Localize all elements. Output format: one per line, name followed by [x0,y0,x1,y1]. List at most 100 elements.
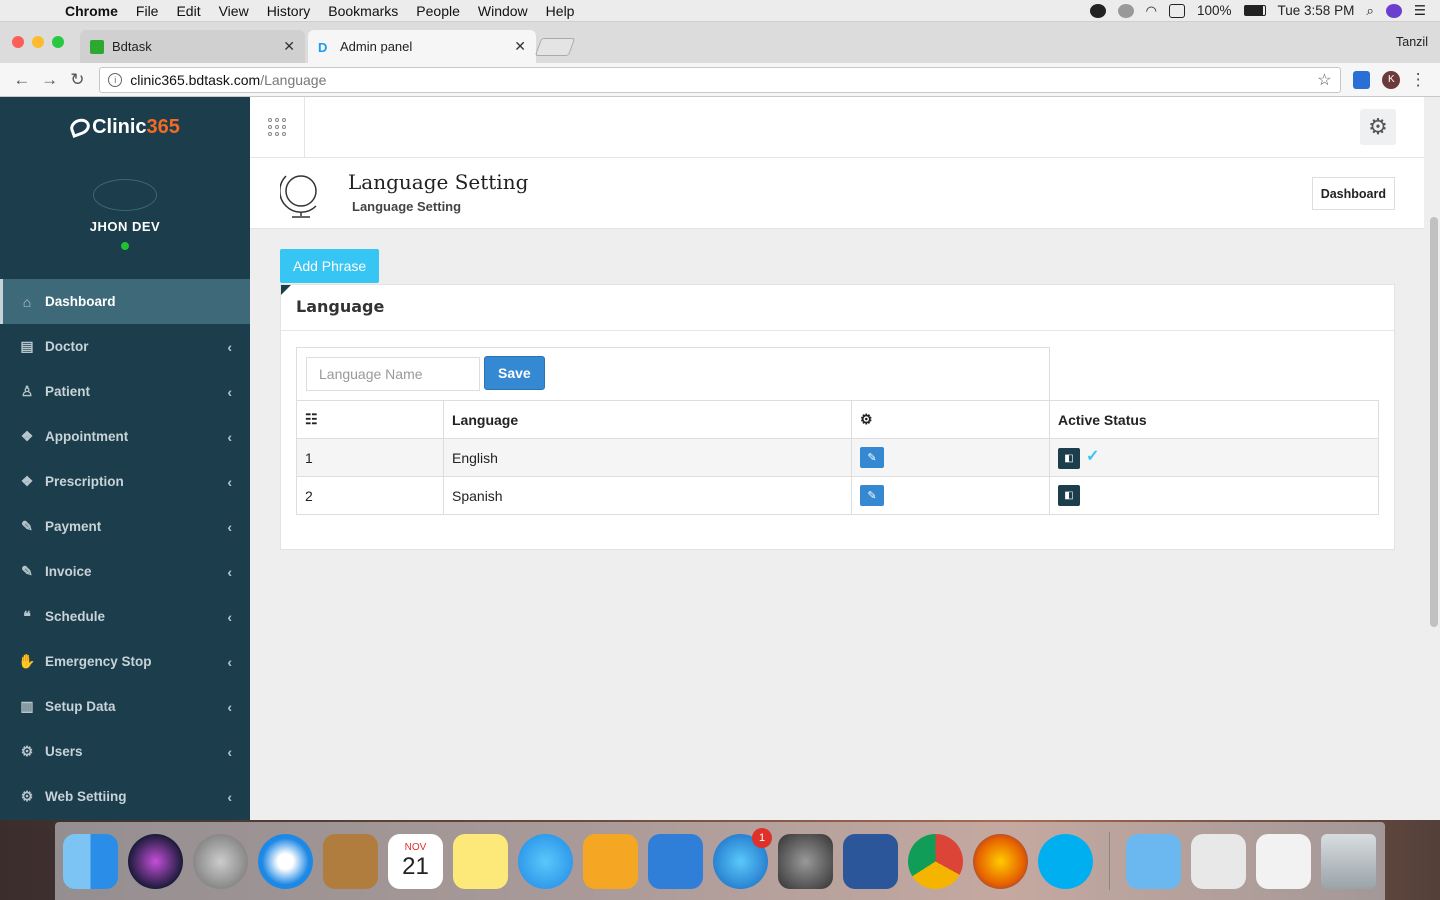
cube-icon: ❖ [20,428,34,444]
clock[interactable]: Tue 3:58 PM [1278,3,1355,18]
menu-app-chrome[interactable]: Chrome [56,3,127,19]
sidebar-item-appointment[interactable]: ❖ Appointment ‹ [0,414,250,459]
new-tab-button[interactable] [534,38,576,56]
airplay-icon[interactable] [1169,3,1185,18]
row-active-status: ◧ ✓ [1049,438,1379,477]
siri-icon[interactable] [1385,3,1402,18]
battery-icon[interactable] [1243,5,1266,16]
sidebar-item-dashboard[interactable]: ⌂ Dashboard [0,279,250,324]
chrome-menu-icon[interactable]: ⋮ [1404,70,1432,90]
sidebar-item-label: Web Settiing [45,789,127,804]
url-path: /Language [260,71,327,88]
menu-view[interactable]: View [210,3,258,19]
notification-center-icon[interactable]: ☰ [1414,3,1426,19]
chevron-left-icon: ‹ [227,338,232,355]
wifi-icon[interactable]: ◠ [1146,3,1157,19]
sidebar-item-setup-data[interactable]: ▥ Setup Data ‹ [0,684,250,729]
language-panel: Language Language Name Save ☷ Language ⚙… [280,284,1395,550]
finder-icon[interactable] [63,833,118,889]
sidebar-item-prescription[interactable]: ❖ Prescription ‹ [0,459,250,504]
sidebar-item-payment[interactable]: ✎ Payment ‹ [0,504,250,549]
reload-icon[interactable]: ↻ [64,70,92,90]
add-phrase-button[interactable]: Add Phrase [280,249,380,283]
settings-gear-button[interactable]: ⚙ [1360,109,1396,145]
sidebar-item-users[interactable]: ⚙ Users ‹ [0,729,250,774]
messages-icon[interactable] [518,833,573,889]
page-scrollbar[interactable] [1430,217,1438,627]
chevron-left-icon: ‹ [227,788,232,805]
pages-icon[interactable] [583,833,638,889]
creative-cloud-icon[interactable] [1117,3,1134,18]
menu-help[interactable]: Help [537,3,584,19]
sidebar-item-emergency-stop[interactable]: ✋ Emergency Stop ‹ [0,639,250,684]
tab-admin-panel[interactable]: D Admin panel ✕ [308,30,536,63]
close-window-button[interactable] [12,36,24,48]
app-store-icon[interactable]: 1 [713,827,772,889]
skype-status-icon[interactable] [1089,3,1106,18]
main-area: ⚙ Language Setting Language Setting Dash… [250,97,1424,820]
firefox-icon[interactable] [973,833,1028,889]
set-active-button[interactable]: ◧ [1058,448,1080,469]
cogs-icon: ⚙ [860,411,873,427]
sidebar-item-invoice[interactable]: ✎ Invoice ‹ [0,549,250,594]
url-host: clinic365.bdtask.com [130,71,261,88]
keynote-icon[interactable] [648,833,703,889]
documents-stack-icon[interactable] [1191,833,1246,889]
bookmark-star-icon[interactable]: ☆ [1317,70,1331,90]
calendar-icon[interactable]: NOV 21 [388,833,443,889]
bar-chart-icon: ▥ [20,698,34,714]
menu-people[interactable]: People [407,3,469,19]
profile-avatar[interactable]: K [1382,70,1401,89]
trash-icon[interactable] [1321,833,1376,889]
contacts-icon[interactable] [323,833,378,889]
menu-file[interactable]: File [127,3,168,19]
address-bar[interactable]: i clinic365.bdtask.com/Language ☆ [99,66,1341,93]
menu-bookmarks[interactable]: Bookmarks [319,3,407,19]
sidebar-item-label: Prescription [45,474,124,489]
menu-window[interactable]: Window [469,3,537,19]
downloads-stack-icon[interactable] [1256,833,1311,889]
chrome-dock-icon[interactable] [908,833,963,889]
close-tab-icon[interactable]: ✕ [514,38,526,55]
menu-history[interactable]: History [258,3,320,19]
siri-dock-icon[interactable] [128,833,183,889]
minimize-window-button[interactable] [32,36,44,48]
menu-toggle-button[interactable] [250,97,305,157]
user-avatar[interactable] [93,179,157,211]
extension-icon[interactable] [1352,70,1371,89]
language-name-input[interactable]: Language Name [306,357,480,391]
dashboard-breadcrumb-button[interactable]: Dashboard [1311,177,1395,210]
close-tab-icon[interactable]: ✕ [283,38,295,55]
profile-name[interactable]: Tanzil [1396,35,1428,49]
sidebar-item-patient[interactable]: ♙ Patient ‹ [0,369,250,414]
skype-icon[interactable] [1038,833,1093,889]
table-header-row: ☷ Language ⚙ Active Status [296,400,1379,439]
edit-phrase-button[interactable]: ✎ [860,447,884,468]
user-icon: ♙ [20,383,34,399]
notes-icon[interactable] [453,833,508,889]
tab-bdtask[interactable]: Bdtask ✕ [80,30,305,63]
tab-title: Admin panel [340,39,413,54]
launchpad-icon[interactable] [193,833,248,889]
system-preferences-icon[interactable] [778,833,833,889]
sidebar-item-doctor[interactable]: ▤ Doctor ‹ [0,324,250,369]
clinic365-logo[interactable]: Clinic 365 [0,97,250,157]
save-button[interactable]: Save [484,356,545,390]
word-icon[interactable] [843,833,898,889]
zoom-window-button[interactable] [52,36,64,48]
applications-folder-icon[interactable] [1126,833,1181,889]
site-info-icon[interactable]: i [108,72,123,87]
forward-arrow-icon[interactable]: → [36,70,64,90]
chevron-left-icon: ‹ [227,428,232,445]
back-arrow-icon[interactable]: ← [8,70,36,90]
set-active-button[interactable]: ◧ [1058,485,1080,506]
edit-phrase-button[interactable]: ✎ [860,485,884,506]
page-subtitle: Language Setting [352,199,462,214]
safari-icon[interactable] [258,833,313,889]
spotlight-search-icon[interactable]: ⌕ [1366,3,1374,19]
sidebar-item-web-settiing[interactable]: ⚙ Web Settiing ‹ [0,774,250,819]
sidebar-item-schedule[interactable]: ❝ Schedule ‹ [0,594,250,639]
language-table: ☷ Language ⚙ Active Status 1 English ✎ ◧… [296,400,1379,515]
menu-edit[interactable]: Edit [167,3,209,19]
chevron-left-icon: ‹ [227,563,232,580]
